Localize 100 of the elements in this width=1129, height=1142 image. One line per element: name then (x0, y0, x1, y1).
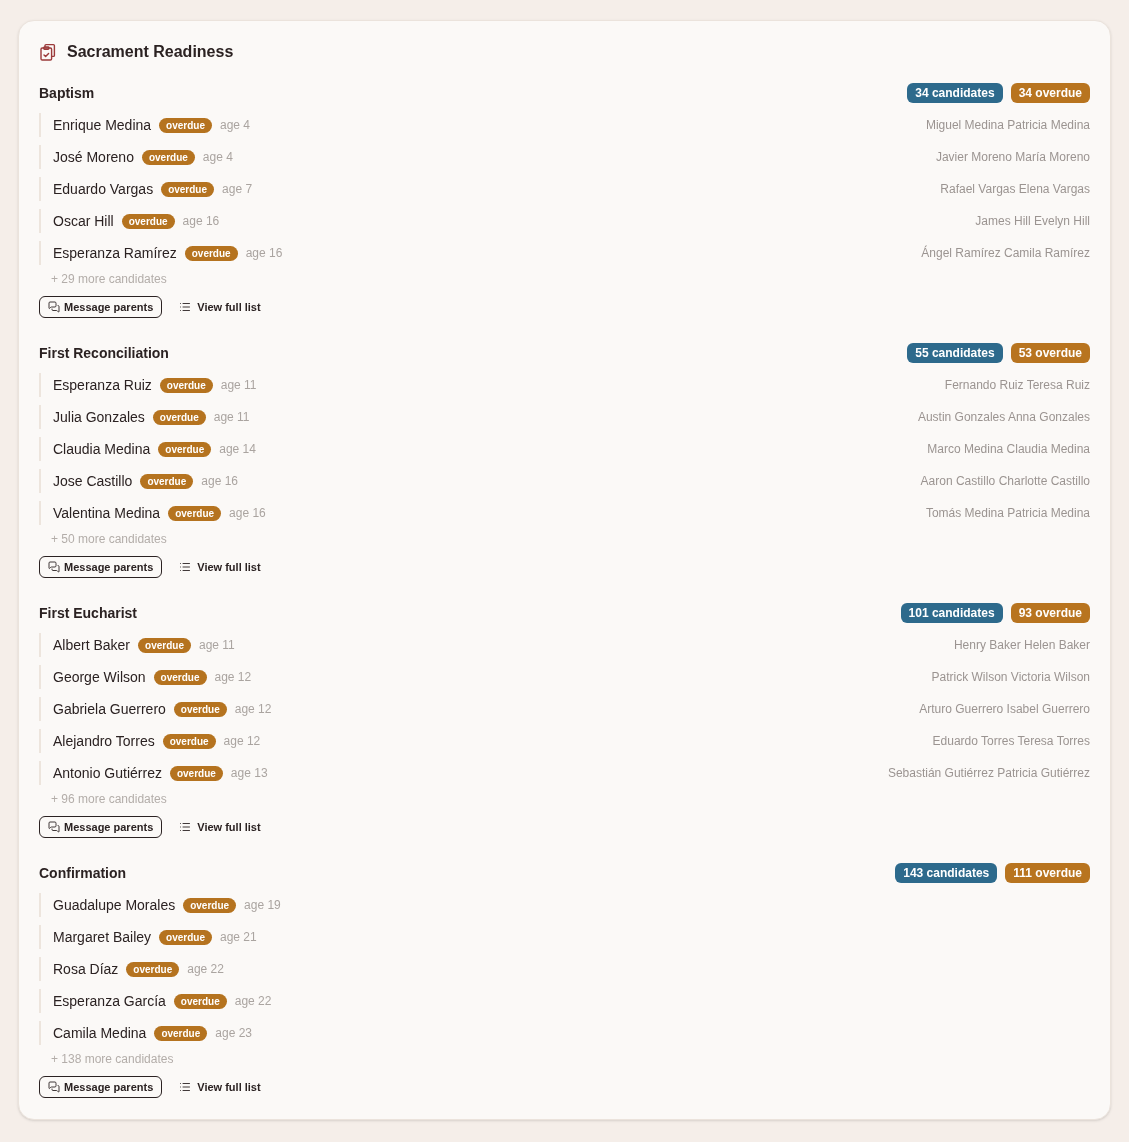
candidate-age: age 22 (187, 961, 224, 977)
parent-names: Austin Gonzales Anna Gonzales (917, 409, 1090, 425)
parent-names: Tomás Medina Patricia Medina (925, 505, 1090, 521)
status-badge: overdue (173, 701, 227, 717)
parent-names: Sebastián Gutiérrez Patricia Gutiérrez (887, 765, 1090, 781)
candidates-count-badge: 101 candidates (900, 603, 1003, 623)
status-badge: overdue (126, 961, 180, 977)
view-full-list-link[interactable]: View full list (179, 296, 261, 318)
candidate-age: age 16 (201, 473, 238, 489)
candidate-age: age 23 (215, 1025, 252, 1041)
candidate-name: José Moreno (53, 148, 134, 167)
candidate-age: age 11 (213, 409, 250, 425)
parent-names: Henry Baker Helen Baker (953, 637, 1090, 653)
status-badge: overdue (161, 181, 215, 197)
status-badge: overdue (159, 377, 213, 393)
section-title: First Eucharist (39, 604, 138, 623)
candidate-age: age 11 (220, 377, 257, 393)
candidate-name: Albert Baker (53, 636, 131, 655)
status-badge: overdue (140, 473, 194, 489)
candidate-age: age 7 (222, 181, 253, 197)
chat-bubbles-icon (48, 561, 60, 573)
candidate-age: age 16 (245, 245, 283, 261)
status-badge: overdue (173, 993, 227, 1009)
parent-names: Fernando Ruiz Teresa Ruiz (944, 377, 1090, 393)
candidate-age: age 4 (202, 149, 233, 165)
overdue-count-badge: 93 overdue (1010, 603, 1090, 623)
view-full-list-link[interactable]: View full list (179, 816, 261, 838)
status-badge: overdue (169, 765, 223, 781)
status-badge: overdue (158, 441, 212, 457)
candidates-count-badge: 143 candidates (895, 863, 998, 883)
candidate-name: Guadalupe Morales (53, 896, 176, 915)
section-title: Baptism (39, 84, 95, 103)
candidate-name: George Wilson (53, 668, 146, 687)
parent-names: Marco Medina Claudia Medina (927, 441, 1090, 457)
candidate-age: age 21 (219, 929, 257, 945)
section-title: Confirmation (39, 864, 127, 883)
parent-names: Arturo Guerrero Isabel Guerrero (919, 701, 1090, 717)
message-parents-button[interactable]: Message parents (39, 556, 163, 578)
candidate-age: age 16 (229, 505, 266, 521)
candidate-age: age 13 (230, 765, 268, 781)
list-icon (179, 821, 192, 833)
candidate-name: Antonio Gutiérrez (53, 764, 162, 783)
status-badge: overdue (152, 409, 206, 425)
candidate-age: age 12 (234, 701, 272, 717)
candidate-age: age 4 (219, 117, 250, 133)
candidates-count-badge: 34 candidates (907, 83, 1003, 103)
more-candidates-text: + 138 more candidates (50, 1051, 174, 1067)
overdue-count-badge: 34 overdue (1010, 83, 1090, 103)
status-badge: overdue (183, 897, 237, 913)
view-full-list-link[interactable]: View full list (179, 556, 261, 578)
candidate-name: Esperanza García (53, 992, 166, 1011)
chat-bubbles-icon (48, 301, 60, 313)
candidate-name: Eduardo Vargas (53, 180, 154, 199)
overdue-count-badge: 53 overdue (1010, 343, 1090, 363)
status-badge: overdue (159, 117, 212, 133)
clipboard-check-icon (39, 43, 57, 61)
list-icon (179, 301, 192, 313)
status-badge: overdue (168, 505, 222, 521)
message-parents-button[interactable]: Message parents (39, 296, 163, 318)
parent-names: Ángel Ramírez Camila Ramírez (921, 245, 1090, 261)
status-badge: overdue (159, 929, 212, 945)
message-parents-button[interactable]: Message parents (39, 1076, 163, 1098)
status-badge: overdue (162, 733, 216, 749)
parent-names: James Hill Evelyn Hill (975, 213, 1090, 229)
candidate-age: age 19 (244, 897, 281, 913)
message-parents-button[interactable]: Message parents (39, 816, 163, 838)
candidate-name: Valentina Medina (53, 504, 161, 523)
candidate-name: Esperanza Ruiz (53, 376, 152, 395)
candidate-age: age 14 (219, 441, 256, 457)
parent-names: Eduardo Torres Teresa Torres (932, 733, 1090, 749)
candidate-age: age 16 (182, 213, 220, 229)
parent-names: Aaron Castillo Charlotte Castillo (920, 473, 1090, 489)
parent-names: Patrick Wilson Victoria Wilson (931, 669, 1090, 685)
candidate-age: age 12 (214, 669, 252, 685)
status-badge: overdue (184, 245, 238, 261)
chat-bubbles-icon (48, 1081, 60, 1093)
candidate-age: age 22 (234, 993, 272, 1009)
list-icon (179, 1081, 192, 1093)
candidate-name: Enrique Medina (53, 116, 152, 135)
more-candidates-text: + 96 more candidates (50, 791, 167, 807)
view-full-list-link[interactable]: View full list (179, 1076, 261, 1098)
candidates-count-badge: 55 candidates (907, 343, 1003, 363)
candidate-age: age 12 (223, 733, 261, 749)
candidate-name: Claudia Medina (53, 440, 151, 459)
more-candidates-text: + 29 more candidates (50, 271, 167, 287)
overdue-count-badge: 111 overdue (1005, 863, 1090, 883)
status-badge: overdue (141, 149, 195, 165)
candidate-name: Jose Castillo (53, 472, 133, 491)
candidate-name: Alejandro Torres (53, 732, 155, 751)
candidate-age: age 11 (198, 637, 235, 653)
parent-names: Javier Moreno María Moreno (935, 149, 1090, 165)
section-title: First Reconciliation (39, 344, 169, 363)
list-icon (179, 561, 192, 573)
candidate-name: Esperanza Ramírez (53, 244, 177, 263)
parent-names: Rafael Vargas Elena Vargas (940, 181, 1090, 197)
candidate-name: Julia Gonzales (53, 408, 145, 427)
status-badge: overdue (154, 1025, 208, 1041)
candidate-name: Rosa Díaz (53, 960, 119, 979)
candidate-name: Oscar Hill (53, 212, 114, 231)
status-badge: overdue (153, 669, 207, 685)
